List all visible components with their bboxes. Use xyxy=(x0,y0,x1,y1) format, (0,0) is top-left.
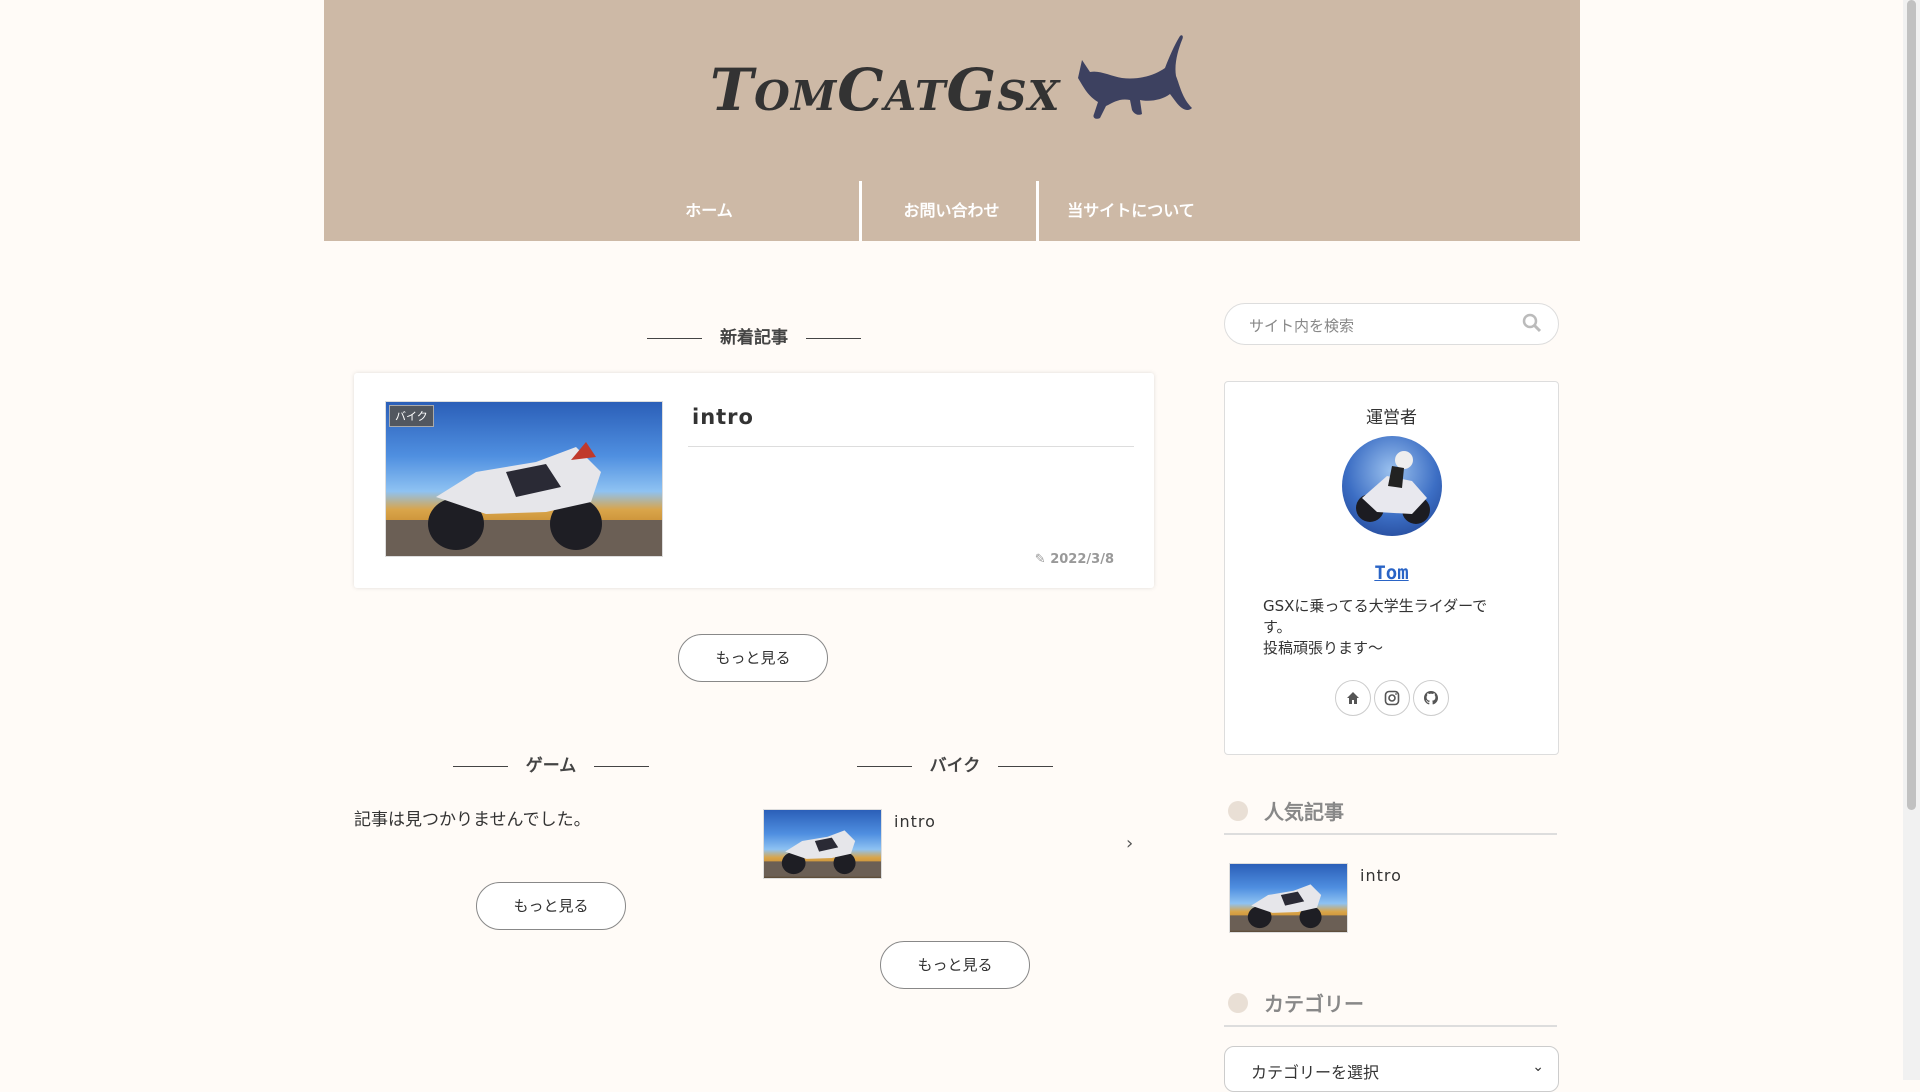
bike-post-title[interactable]: intro xyxy=(894,812,936,831)
more-bike-button[interactable]: もっと見る xyxy=(880,941,1030,989)
instagram-icon xyxy=(1384,690,1400,706)
site-header: TomCatGsx ホーム お問い合わせ 当サイトについて xyxy=(324,0,1580,241)
featured-post-card[interactable]: バイク intro ✎ 2022/3/8 xyxy=(354,373,1154,588)
nav-divider xyxy=(1036,181,1039,241)
profile-name-link[interactable]: Tom xyxy=(1225,562,1558,584)
chevron-right-icon: › xyxy=(1126,833,1134,854)
scrollbar-thumb[interactable] xyxy=(1907,0,1916,810)
no-posts-message: 記事は見つかりませんでした。 xyxy=(354,810,591,830)
global-nav: ホーム お問い合わせ 当サイトについて xyxy=(324,181,1580,241)
title-divider xyxy=(688,446,1134,447)
nav-home[interactable]: ホーム xyxy=(629,181,789,241)
home-social-button[interactable] xyxy=(1335,680,1371,716)
more-game-button[interactable]: もっと見る xyxy=(476,882,626,930)
site-logo[interactable]: TomCatGsx xyxy=(710,30,1210,130)
profile-heading: 運営者 xyxy=(1366,408,1417,428)
search-icon[interactable] xyxy=(1522,313,1542,333)
home-icon xyxy=(1347,692,1359,704)
instagram-social-button[interactable] xyxy=(1374,680,1410,716)
profile-bio: GSXに乗ってる大学生ライダーで す。 投稿頑張ります～ xyxy=(1263,597,1488,657)
cat-logo-icon xyxy=(1078,35,1192,119)
popular-post-title[interactable]: intro xyxy=(1360,866,1402,885)
search-input[interactable]: サイト内を検索 xyxy=(1249,315,1354,336)
category-heading: カテゴリー xyxy=(1224,985,1557,1027)
bike-section-heading: バイク xyxy=(758,751,1152,781)
nav-contact[interactable]: お問い合わせ xyxy=(864,181,1039,241)
profile-widget: 運営者 Tom GSXに乗ってる大学生ライダーで す。 投稿頑張ります～ xyxy=(1224,381,1559,755)
pencil-icon: ✎ xyxy=(1034,552,1051,567)
page-scrollbar[interactable] xyxy=(1903,0,1920,1080)
search-box[interactable]: サイト内を検索 xyxy=(1224,303,1559,345)
circle-bullet-icon xyxy=(1228,993,1248,1013)
category-select[interactable]: カテゴリーを選択 ⌄ xyxy=(1224,1046,1559,1092)
game-section-heading: ゲーム xyxy=(354,751,748,781)
more-new-posts-button[interactable]: もっと見る xyxy=(678,634,828,682)
github-social-button[interactable] xyxy=(1413,680,1449,716)
github-icon xyxy=(1424,691,1438,705)
nav-divider xyxy=(859,181,862,241)
popular-posts-heading: 人気記事 xyxy=(1224,793,1557,835)
avatar xyxy=(1342,436,1442,536)
post-date: ✎ 2022/3/8 xyxy=(1034,552,1114,567)
popular-post-thumbnail[interactable] xyxy=(1229,863,1348,933)
nav-about[interactable]: 当サイトについて xyxy=(1041,181,1221,241)
bike-post-thumbnail[interactable] xyxy=(763,809,882,879)
logo-text: TomCatGsx xyxy=(710,56,1061,124)
category-tag[interactable]: バイク xyxy=(389,405,434,427)
new-posts-heading: 新着記事 xyxy=(354,323,1154,353)
chevron-down-icon: ⌄ xyxy=(1532,1059,1544,1075)
featured-post-title[interactable]: intro xyxy=(692,405,754,429)
featured-post-thumbnail[interactable]: バイク xyxy=(385,401,663,557)
circle-bullet-icon xyxy=(1228,801,1248,821)
